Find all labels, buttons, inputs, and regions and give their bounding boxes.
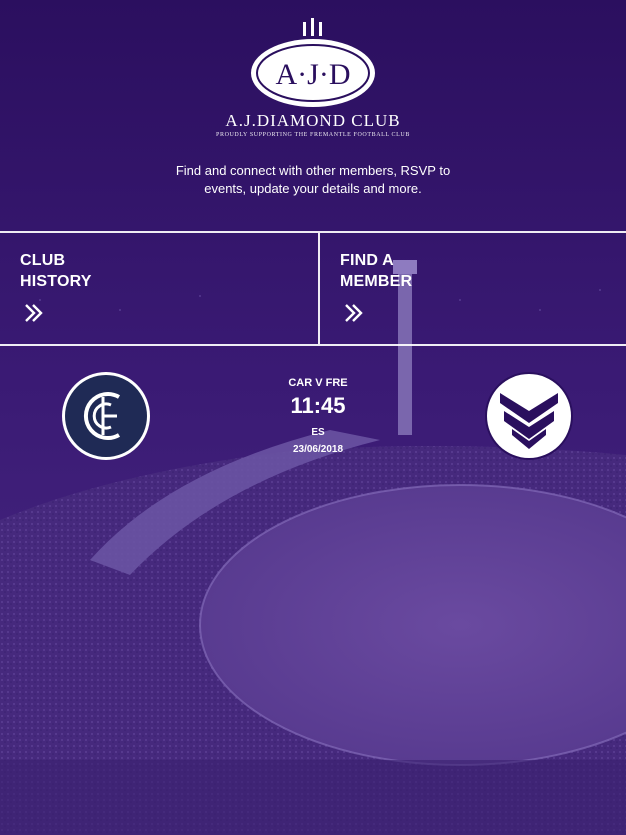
match-date: 23/06/2018: [292, 444, 344, 455]
diamond-club-emblem-icon: A·J·D: [251, 18, 375, 107]
fremantle-logo-icon: [485, 372, 573, 460]
intro-text: Find and connect with other members, RSV…: [175, 163, 451, 196]
carlton-logo-icon: [62, 372, 150, 460]
club-name: A.J.DIAMOND CLUB: [225, 111, 401, 130]
nav-tiles: CLUB HISTORY FIND A MEMBER: [0, 231, 626, 346]
match-time: 11:45: [290, 393, 346, 418]
club-history-label: CLUB HISTORY: [20, 250, 140, 292]
next-match[interactable]: CAR V FRE 11:45 ES 23/06/2018: [0, 360, 626, 480]
logo-letters: A·J·D: [276, 58, 351, 91]
double-chevron-right-icon: [25, 304, 43, 322]
match-venue: ES: [311, 427, 325, 438]
find-a-member-label: FIND A MEMBER: [340, 250, 460, 292]
find-a-member-tile[interactable]: FIND A MEMBER: [318, 233, 626, 344]
club-history-tile[interactable]: CLUB HISTORY: [0, 233, 318, 344]
match-title: CAR V FRE: [288, 377, 348, 389]
club-logo: A·J·D: [0, 18, 626, 110]
club-history-line2: HISTORY: [20, 273, 92, 290]
double-chevron-right-icon: [345, 304, 363, 322]
find-a-member-line1: FIND A: [340, 252, 394, 269]
find-a-member-line2: MEMBER: [340, 273, 413, 290]
club-tagline: PROUDLY SUPPORTING THE FREMANTLE FOOTBAL…: [216, 132, 410, 138]
club-history-line1: CLUB: [20, 252, 66, 269]
